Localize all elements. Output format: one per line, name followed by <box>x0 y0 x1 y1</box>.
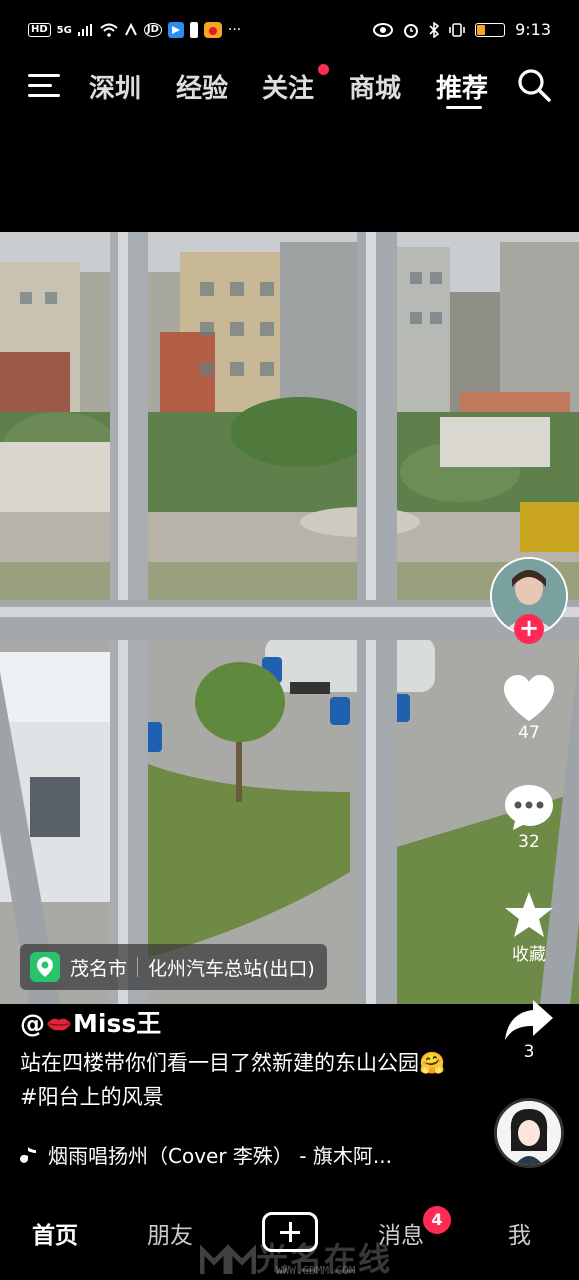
heart-icon <box>504 675 554 721</box>
nfc-icon <box>124 23 137 36</box>
music-note-icon <box>20 1146 36 1163</box>
nav-friends[interactable]: 朋友 <box>147 1216 193 1250</box>
lips-icon <box>47 1018 71 1031</box>
favorite-label: 收藏 <box>512 945 546 965</box>
post-caption[interactable]: 站在四楼带你们看一目了然新建的东山公园🤗#阳台上的风景 <box>20 1046 460 1114</box>
nav-home[interactable]: 首页 <box>32 1216 78 1250</box>
status-right-icons: 9:13 <box>373 20 551 39</box>
jd-icon: JD <box>143 23 162 37</box>
share-button[interactable]: 3 <box>489 998 569 1062</box>
favorite-button[interactable]: 收藏 <box>489 890 569 965</box>
status-left-icons: HD 5G JD ··· <box>28 22 241 38</box>
location-place: 化州汽车总站(出口) <box>148 957 315 980</box>
music-title: 烟雨唱扬州（Cover 李殊） - 旗木阿... <box>48 1144 392 1168</box>
author-name: Miss王 <box>73 1009 162 1038</box>
message-badge: 4 <box>423 1206 451 1234</box>
alarm-icon <box>404 23 419 38</box>
battery-level <box>477 24 486 35</box>
menu-icon[interactable] <box>28 71 62 101</box>
comment-button[interactable]: 32 <box>489 782 569 852</box>
status-bar: HD 5G JD ··· 9:13 <box>0 0 579 62</box>
author-prefix: @ <box>20 1009 45 1038</box>
tab-recommend[interactable]: 推荐 <box>436 68 488 105</box>
vibrate-icon <box>449 22 465 37</box>
wifi-icon <box>100 23 118 37</box>
location-separator <box>137 957 139 977</box>
location-pin-icon <box>30 952 60 982</box>
author-handle[interactable]: @ Miss王 <box>20 1004 161 1040</box>
comment-count: 32 <box>518 832 540 852</box>
like-count: 47 <box>518 723 540 743</box>
active-tab-indicator <box>446 106 482 109</box>
location-chip[interactable]: 茂名市 化州汽车总站(出口) <box>20 944 327 990</box>
battery-icon <box>475 22 506 37</box>
music-info[interactable]: 烟雨唱扬州（Cover 李殊） - 旗木阿... <box>20 1140 392 1169</box>
weibo-icon <box>203 22 222 38</box>
tab-experience[interactable]: 经验 <box>176 68 228 105</box>
music-disc-avatar[interactable] <box>494 1098 564 1168</box>
clock: 9:13 <box>515 20 551 39</box>
location-city: 茂名市 <box>70 957 128 980</box>
hd-icon: HD <box>28 23 51 37</box>
bluetooth-icon <box>429 21 440 38</box>
app-icon <box>167 22 184 38</box>
watermark-url: WWW.GDMM.COM <box>276 1264 356 1277</box>
share-icon <box>505 1000 553 1040</box>
more-icon: ··· <box>227 22 242 38</box>
comment-icon <box>505 785 553 830</box>
share-count: 3 <box>523 1042 535 1062</box>
battery-warning-icon <box>189 22 198 38</box>
star-icon <box>505 892 553 937</box>
following-notification-dot <box>318 64 329 75</box>
signal-icon <box>77 24 92 36</box>
search-icon[interactable] <box>516 67 552 103</box>
eye-icon <box>373 22 394 37</box>
watermark-logo-icon <box>199 1243 257 1274</box>
network-type: 5G <box>56 24 72 36</box>
like-button[interactable]: 47 <box>489 673 569 743</box>
nav-me[interactable]: 我 <box>508 1216 531 1250</box>
top-nav: 深圳 经验 关注 商城 推荐 <box>0 62 579 110</box>
tab-shenzhen[interactable]: 深圳 <box>89 68 141 105</box>
tab-mall[interactable]: 商城 <box>349 68 401 105</box>
video-player[interactable] <box>0 232 579 1004</box>
video-frame <box>0 232 579 1004</box>
follow-button[interactable]: + <box>514 614 544 644</box>
tab-following[interactable]: 关注 <box>262 68 314 105</box>
